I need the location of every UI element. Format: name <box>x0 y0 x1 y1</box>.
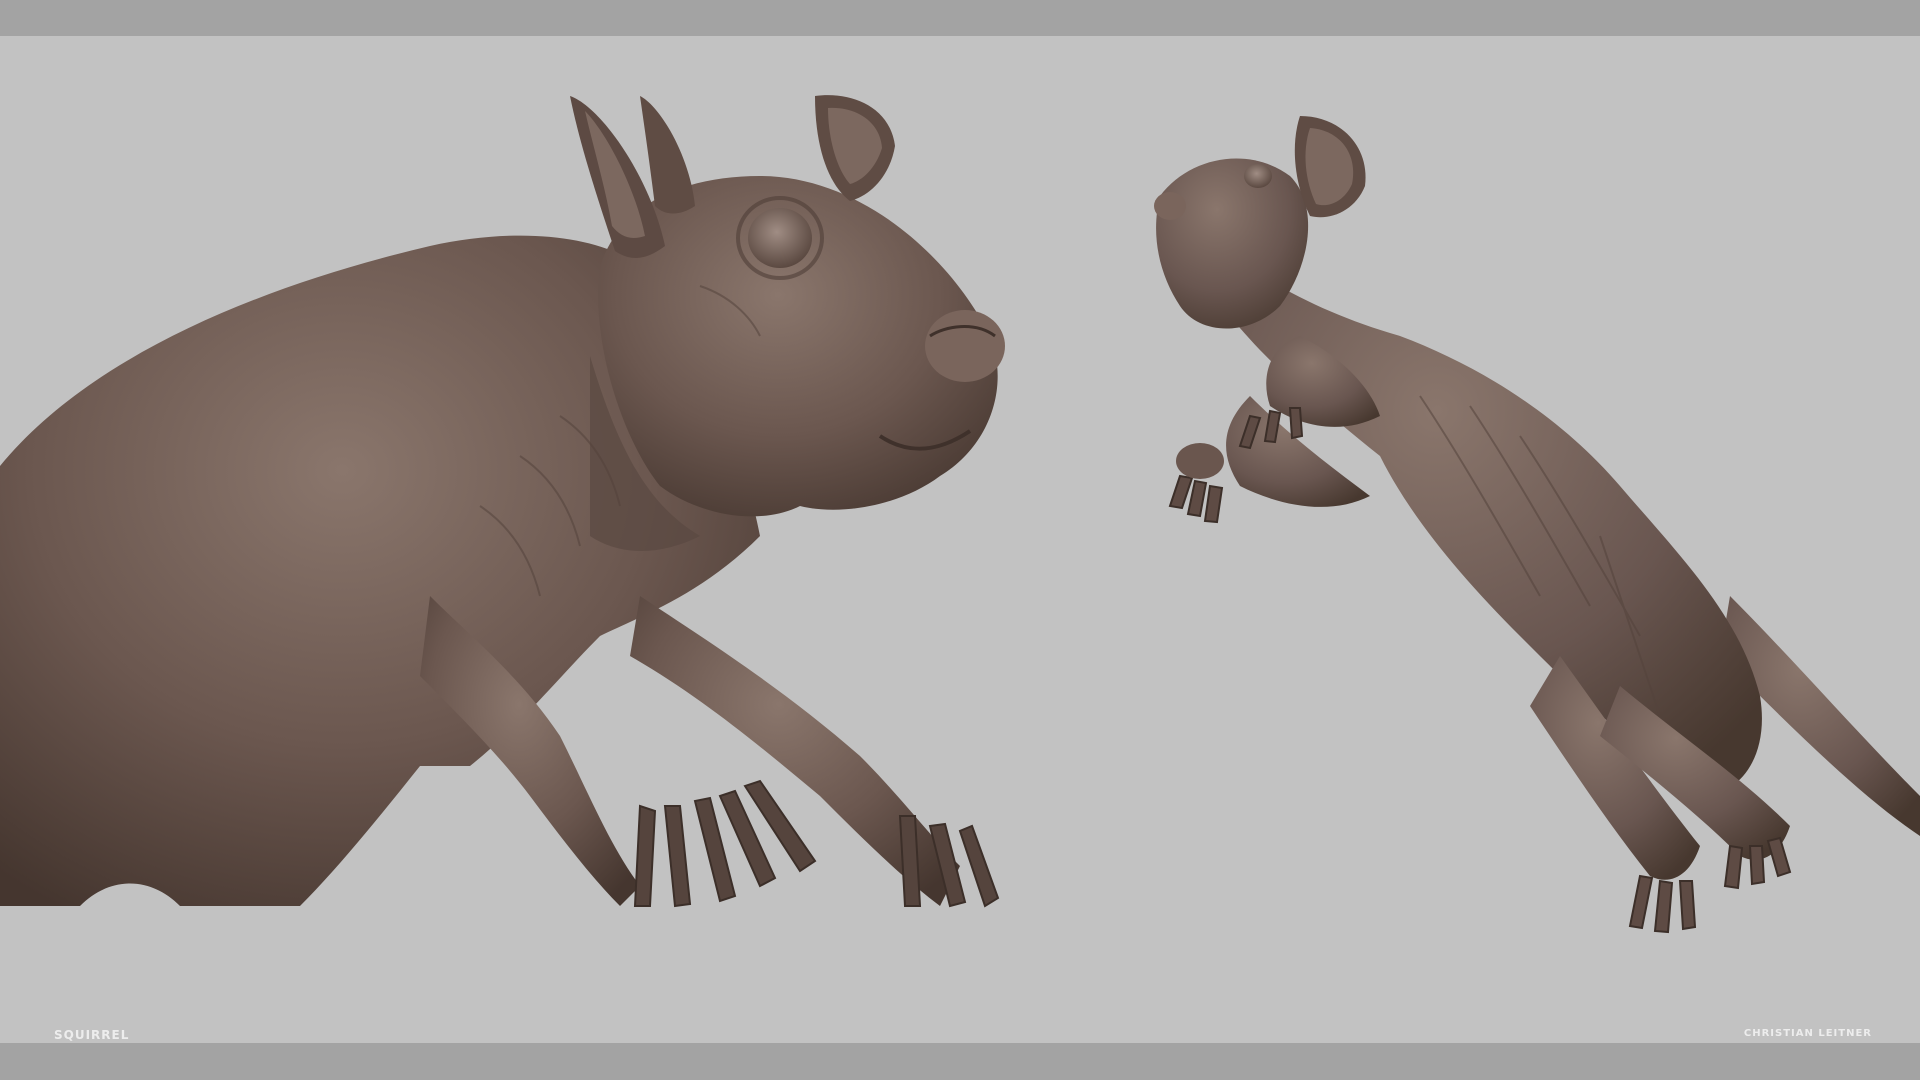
artist-credit: CHRISTIAN LEITNER <box>1743 1028 1872 1039</box>
artwork-title: SQUIRREL <box>54 1028 130 1042</box>
squirrel-sculpt-fullbody <box>1154 116 1920 934</box>
squirrel-sculpt-closeup <box>0 95 1005 908</box>
bottom-frame-bar <box>0 1043 1920 1080</box>
sculpt-artwork <box>0 95 1920 934</box>
render-panel: SQUIRREL CHRISTIAN LEITNER <box>0 36 1920 1043</box>
top-frame-bar <box>0 0 1920 36</box>
